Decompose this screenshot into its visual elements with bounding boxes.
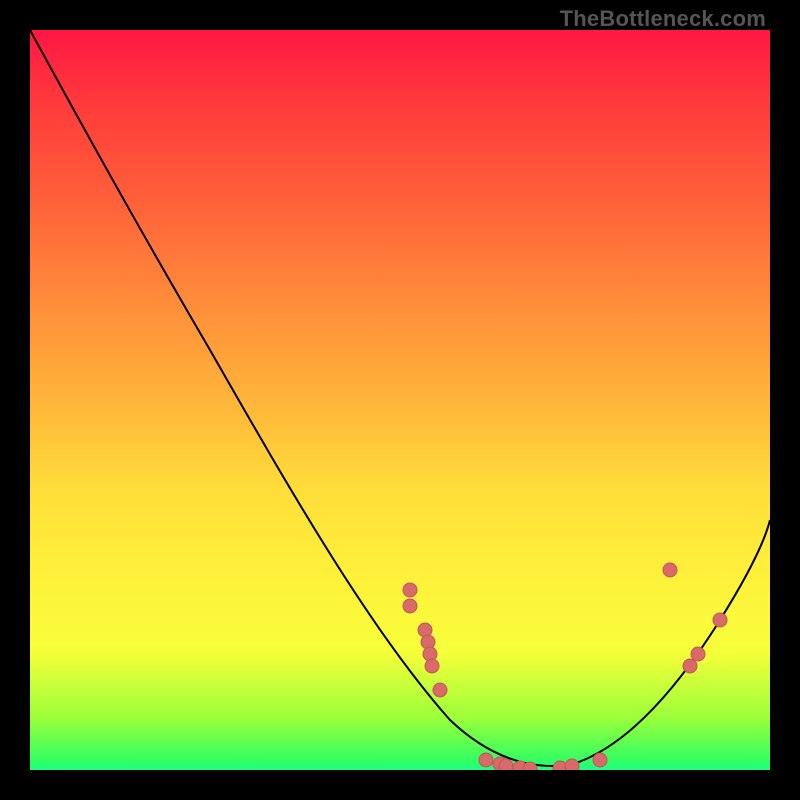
marker-point	[403, 583, 417, 597]
marker-point	[691, 647, 705, 661]
curve-path	[30, 30, 770, 766]
marker-point	[593, 753, 607, 767]
marker-point	[403, 599, 417, 613]
marker-point	[663, 563, 677, 577]
watermark-text: TheBottleneck.com	[560, 6, 766, 32]
chart-svg	[30, 30, 770, 770]
marker-point	[425, 659, 439, 673]
marker-point	[713, 613, 727, 627]
marker-group	[403, 563, 727, 770]
marker-point	[565, 759, 579, 770]
plot-area	[30, 30, 770, 770]
marker-point	[479, 753, 493, 767]
marker-point	[433, 683, 447, 697]
marker-point	[683, 659, 697, 673]
marker-point	[499, 759, 513, 770]
chart-stage: TheBottleneck.com	[0, 0, 800, 800]
